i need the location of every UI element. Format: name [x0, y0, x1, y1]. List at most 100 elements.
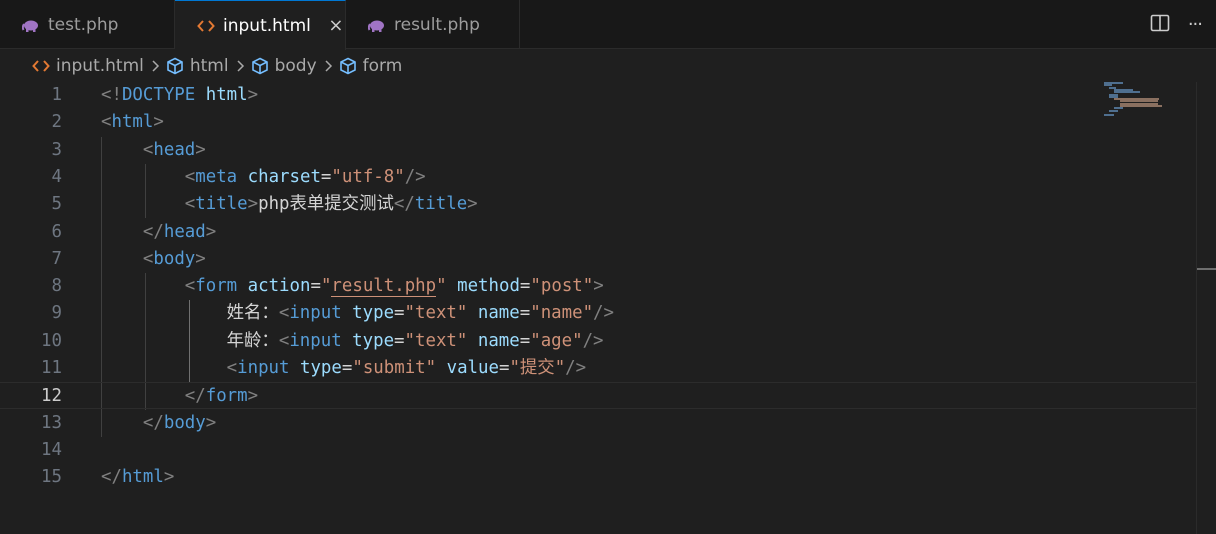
minimap-line	[1120, 105, 1162, 107]
code-token: form	[205, 386, 248, 407]
breadcrumb-body[interactable]: body	[251, 56, 317, 76]
tab-input-html[interactable]: input.html ×	[175, 0, 346, 50]
breadcrumb: input.html html body form	[0, 50, 1216, 82]
code-line[interactable]: 2 <html>	[0, 109, 1196, 136]
code-token: <	[278, 330, 290, 351]
code-token: type	[299, 358, 342, 378]
tab-test-php[interactable]: test.php	[0, 0, 175, 49]
element-cube-icon	[251, 57, 269, 75]
code-token: >	[247, 194, 259, 215]
code-line[interactable]: 5 <title>php表单提交测试</title>	[0, 191, 1196, 218]
code-token: >	[247, 85, 259, 105]
code-token: <	[226, 358, 238, 378]
code-token: </	[101, 467, 122, 488]
line-number: 4	[51, 166, 62, 187]
line-number: 13	[41, 412, 62, 433]
code-line[interactable]: 8 <form action="result.php" method="post…	[0, 273, 1196, 300]
code-token: =	[394, 303, 405, 324]
code-text: <head>	[101, 137, 206, 164]
tab-result-php[interactable]: result.php	[346, 0, 520, 49]
close-tab-icon[interactable]: ×	[327, 15, 345, 36]
line-number: 9	[51, 303, 62, 324]
code-token: "text"	[404, 330, 468, 351]
code-token: </	[142, 412, 164, 433]
code-line[interactable]: 10 年龄：<input type="text" name="age"/>	[0, 328, 1196, 355]
code-token: "	[320, 276, 332, 297]
html-brackets-icon	[197, 17, 215, 35]
code-text: <title>php表单提交测试</title>	[101, 191, 478, 218]
code-token: <	[101, 112, 112, 133]
code-token: 姓名：	[101, 303, 279, 324]
code-token: <!	[101, 85, 122, 105]
code-token: "	[436, 276, 447, 297]
code-token: >	[205, 412, 217, 433]
code-token: <	[142, 139, 154, 160]
code-editor[interactable]: 1 <!DOCTYPE html> 2 <html> 3 <head> 4 <meta c…	[0, 82, 1196, 534]
file-link[interactable]: result.php	[331, 276, 437, 298]
php-elephant-icon	[22, 16, 40, 34]
code-line[interactable]: 6 </head>	[0, 219, 1196, 246]
code-token: head	[153, 139, 196, 160]
element-cube-icon	[166, 57, 184, 75]
code-token: <	[184, 166, 196, 187]
minimap[interactable]	[1104, 82, 1164, 122]
code-token: >	[467, 194, 478, 215]
php-elephant-icon	[368, 16, 386, 34]
code-token: head	[163, 221, 206, 242]
breadcrumb-html[interactable]: html	[166, 56, 229, 76]
code-token: "text"	[404, 303, 468, 324]
code-token: >	[195, 248, 206, 269]
code-token: input	[289, 303, 342, 324]
code-token: =	[519, 276, 531, 297]
code-line[interactable]: 15 </html>	[0, 464, 1196, 491]
code-token: action	[247, 276, 311, 297]
line-number: 10	[41, 330, 62, 351]
code-token: </	[393, 194, 415, 215]
code-token: <	[184, 276, 196, 297]
code-line[interactable]: 12 </form>	[0, 382, 1196, 410]
code-line[interactable]: 4 <meta charset="utf-8"/>	[0, 164, 1196, 191]
vertical-scrollbar[interactable]	[1196, 82, 1216, 534]
code-line[interactable]: 13 </body>	[0, 410, 1196, 437]
line-number: 15	[41, 467, 62, 488]
code-token: />	[565, 358, 587, 378]
code-token: method	[457, 276, 520, 297]
code-token: =	[498, 358, 510, 378]
code-token: name	[477, 330, 520, 351]
split-editor-icon[interactable]	[1150, 14, 1170, 36]
code-line[interactable]: 3 <head>	[0, 137, 1196, 164]
code-token: <	[142, 248, 154, 269]
minimap-line	[1108, 109, 1119, 112]
code-token: =	[394, 330, 405, 351]
code-token: =	[519, 330, 531, 351]
code-line[interactable]: 14	[0, 437, 1196, 464]
code-line[interactable]: 1 <!DOCTYPE html>	[0, 82, 1196, 109]
chevron-right-icon	[323, 59, 333, 73]
breadcrumb-file[interactable]: input.html	[32, 56, 144, 76]
line-number: 1	[51, 85, 62, 105]
line-number: 12	[41, 386, 62, 407]
breadcrumb-form[interactable]: form	[339, 56, 402, 76]
more-actions-icon[interactable]: ···	[1188, 14, 1203, 35]
code-text: </form>	[101, 383, 258, 410]
code-line[interactable]: 9 姓名：<input type="text" name="name"/>	[0, 300, 1196, 327]
code-token: php表单提交测试	[258, 194, 394, 215]
code-line[interactable]: 11 <input type="submit" value="提交"/>	[0, 355, 1196, 382]
code-token: body	[163, 412, 206, 433]
code-token: >	[153, 112, 164, 133]
line-number: 2	[51, 112, 62, 133]
code-line[interactable]: 7 <body>	[0, 246, 1196, 273]
code-text: <!DOCTYPE html>	[101, 82, 258, 109]
code-token: form	[195, 276, 238, 297]
